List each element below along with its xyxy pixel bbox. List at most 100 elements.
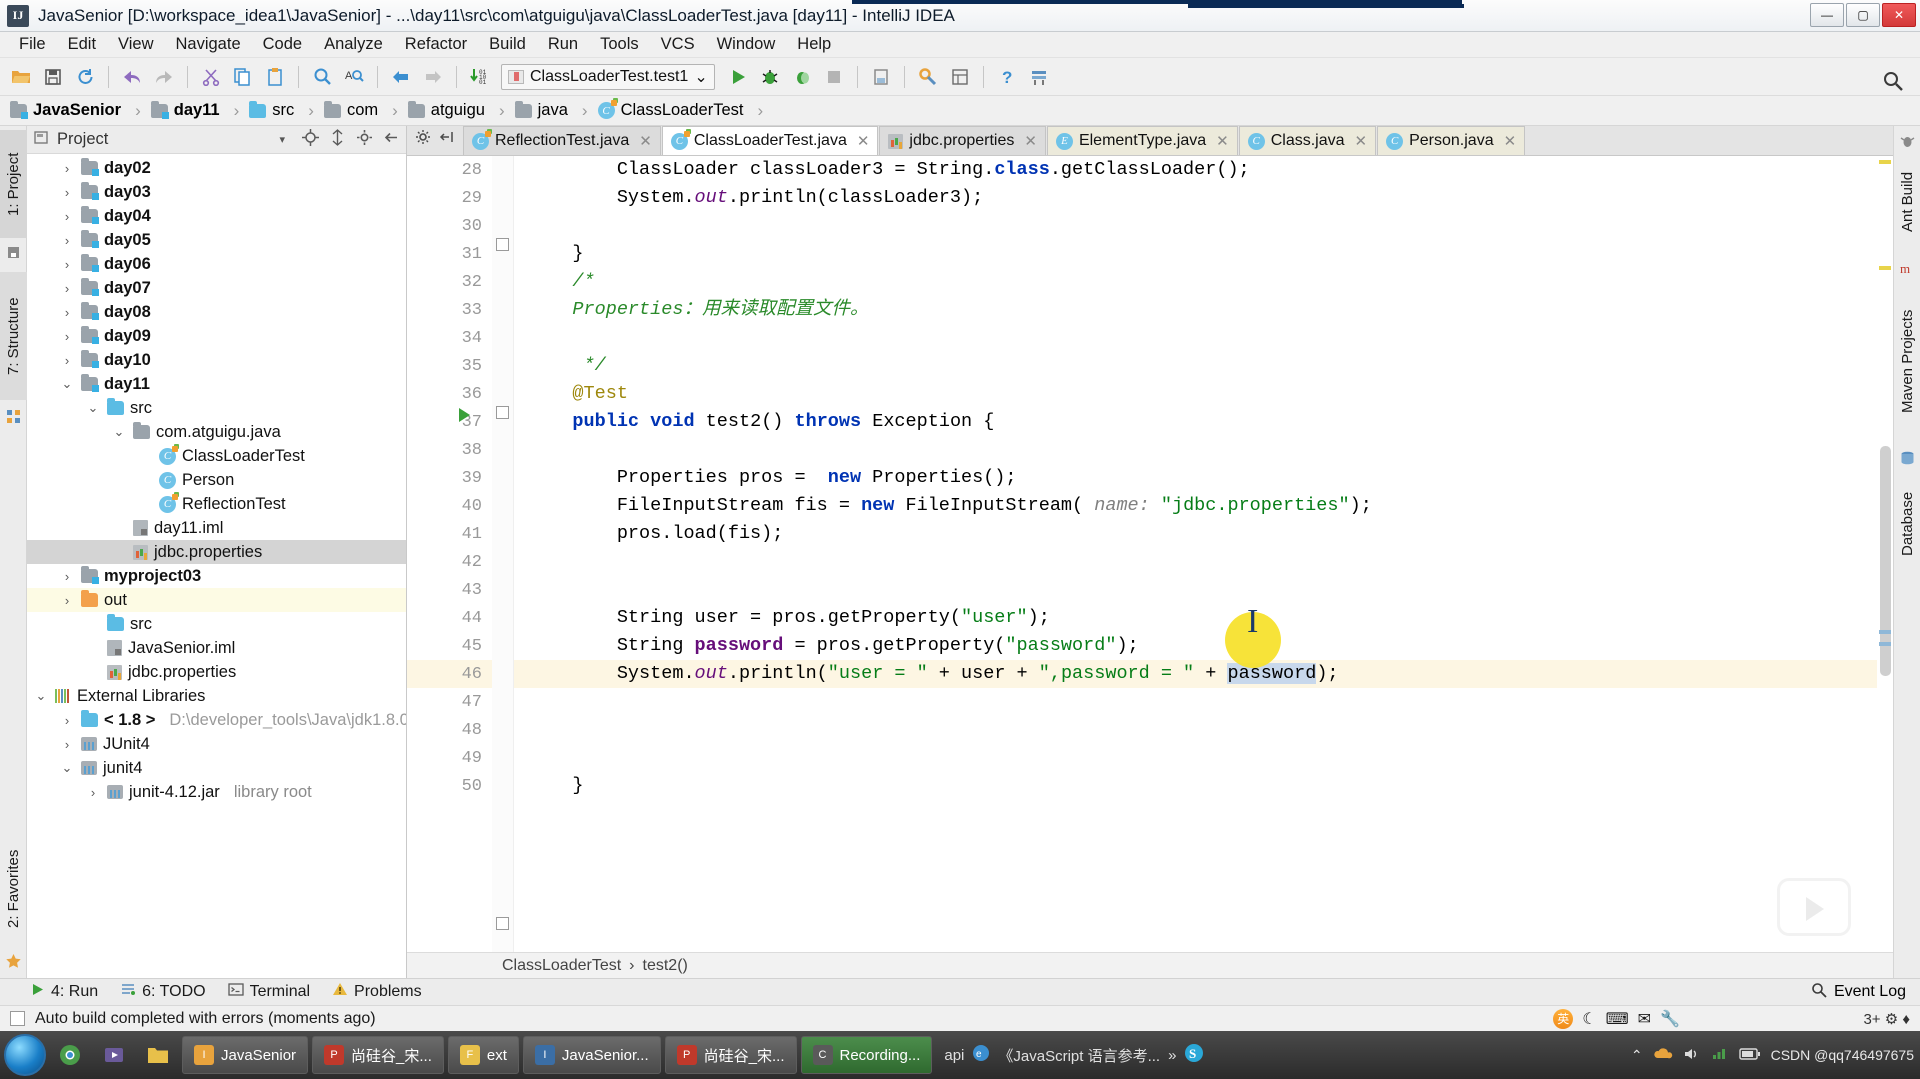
maximize-button[interactable]: ▢ [1846, 3, 1880, 27]
code-line[interactable]: } [528, 772, 1893, 800]
taskbar-item-recording-[interactable]: C Recording... [800, 1036, 933, 1074]
tree-item-myproject03[interactable]: › myproject03 [27, 564, 406, 588]
chevron-down-icon[interactable]: ⌄ [59, 376, 75, 392]
tree-item--1-8-[interactable]: › < 1.8 > D:\developer_tools\Java\jdk1.8.0… [27, 708, 406, 732]
undo-icon[interactable] [117, 62, 147, 92]
tree-item-day08[interactable]: › day08 [27, 300, 406, 324]
hide-icon[interactable] [383, 129, 400, 151]
tree-item-day05[interactable]: › day05 [27, 228, 406, 252]
locate-icon[interactable] [302, 128, 319, 151]
code-line[interactable]: public void test2() throws Exception { [528, 408, 1893, 436]
media-icon[interactable] [94, 1035, 134, 1075]
tool-window-6-todo[interactable]: 6: TODO [120, 982, 206, 1002]
code-line[interactable] [528, 324, 1893, 352]
editor-tab-reflectiontest-java[interactable]: C ReflectionTest.java ✕ [463, 126, 661, 155]
settings-gear-icon[interactable] [415, 129, 431, 150]
code-line[interactable]: System.out.println(classLoader3); [528, 184, 1893, 212]
chevron-down-icon[interactable]: ▾ [279, 133, 285, 146]
code-line[interactable]: } [528, 240, 1893, 268]
code-line[interactable]: System.out.println("user = " + user + ",… [514, 660, 1893, 688]
breadcrumb-item-java[interactable]: java › [511, 99, 594, 123]
chevron-right-icon[interactable]: › [59, 209, 75, 224]
code-line[interactable]: */ [528, 352, 1893, 380]
redo-icon[interactable] [149, 62, 179, 92]
tree-item-person[interactable]: C Person [27, 468, 406, 492]
settings-gear-icon[interactable] [356, 129, 373, 151]
chevron-down-icon[interactable]: ⌄ [111, 424, 127, 440]
tree-item-external-libraries[interactable]: ⌄ External Libraries [27, 684, 406, 708]
menu-item-help[interactable]: Help [786, 33, 842, 56]
code-line[interactable] [528, 436, 1893, 464]
editor-tab-classloadertest-java[interactable]: C ClassLoaderTest.java ✕ [661, 126, 879, 155]
close-icon[interactable]: ✕ [1024, 132, 1037, 150]
run-dashboard-icon[interactable] [866, 62, 896, 92]
code-fold-column[interactable] [459, 156, 514, 952]
menu-item-edit[interactable]: Edit [57, 33, 107, 56]
tree-item-junit4[interactable]: › JUnit4 [27, 732, 406, 756]
tree-item-javasenior-iml[interactable]: JavaSenior.iml [27, 636, 406, 660]
code-line[interactable]: pros.load(fis); [528, 520, 1893, 548]
editor-breadcrumb-item[interactable]: test2() [643, 957, 688, 975]
code-editor[interactable]: 28 29 30 31 32 33 34 35 36 37 38 39 40 41 42 43 44 45 46 47… [407, 156, 1893, 952]
close-icon[interactable]: ✕ [1355, 132, 1368, 150]
editor-breadcrumb-item[interactable]: ClassLoaderTest [502, 957, 621, 975]
copy-icon[interactable] [228, 62, 258, 92]
search-everywhere-icon[interactable] [1878, 66, 1908, 96]
fold-marker[interactable] [496, 238, 509, 251]
skype-icon[interactable]: S [1184, 1043, 1204, 1067]
tree-item-day03[interactable]: › day03 [27, 180, 406, 204]
ime-item-0[interactable]: 英 [1553, 1008, 1574, 1029]
battery-icon[interactable] [1738, 1047, 1761, 1064]
menu-item-file[interactable]: File [8, 33, 57, 56]
chevron-right-icon[interactable]: › [59, 281, 75, 296]
chevron-right-icon[interactable]: › [59, 569, 75, 584]
tree-item-day07[interactable]: › day07 [27, 276, 406, 300]
chevron-down-icon[interactable]: ⌄ [59, 760, 75, 776]
sidebar-item-favorites[interactable]: 2: Favorites [0, 830, 27, 948]
taskbar-overflow-icon[interactable]: » [1168, 1047, 1176, 1064]
chevron-right-icon[interactable]: › [59, 257, 75, 272]
breadcrumb-item-day11[interactable]: day11 › [147, 99, 246, 123]
tool-window-terminal[interactable]: Terminal [227, 982, 310, 1002]
ime-item-2[interactable]: ⌨ [1606, 1009, 1629, 1029]
tree-item-classloadertest[interactable]: C ClassLoaderTest [27, 443, 406, 468]
chevron-right-icon[interactable]: › [59, 713, 75, 728]
code-line[interactable] [528, 688, 1893, 716]
sidebar-item-maven-projects[interactable]: Maven Projects [1894, 286, 1920, 436]
status-bar-right[interactable]: 3+ ⚙ ♦ [1863, 1010, 1910, 1028]
editor-scrollbar[interactable] [1877, 156, 1893, 952]
sidebar-item-structure[interactable]: 7: Structure [0, 272, 27, 400]
chevron-right-icon[interactable]: › [59, 737, 75, 752]
find-icon[interactable] [307, 62, 337, 92]
menu-item-analyze[interactable]: Analyze [313, 33, 394, 56]
menu-item-refactor[interactable]: Refactor [394, 33, 478, 56]
compile-icon[interactable]: 01 10 01 [465, 62, 495, 92]
chevron-down-icon[interactable]: ⌄ [33, 688, 49, 704]
taskbar-item-javasenior[interactable]: I JavaSenior [182, 1036, 309, 1074]
tree-item-day11-iml[interactable]: day11.iml [27, 516, 406, 540]
close-icon[interactable]: ✕ [857, 132, 870, 150]
code-line[interactable] [528, 716, 1893, 744]
menu-item-window[interactable]: Window [706, 33, 787, 56]
collapse-all-icon[interactable] [439, 129, 455, 150]
ime-item-3[interactable]: ✉ [1638, 1009, 1651, 1029]
tree-item-day02[interactable]: › day02 [27, 156, 406, 180]
cloud-icon[interactable] [1653, 1046, 1673, 1065]
code-content[interactable]: ClassLoader classLoader3 = String.class.… [514, 156, 1893, 952]
menu-item-vcs[interactable]: VCS [650, 33, 706, 56]
menu-item-code[interactable]: Code [252, 33, 313, 56]
breadcrumb-item-atguigu[interactable]: atguigu › [404, 99, 511, 123]
code-line[interactable]: /* [528, 268, 1893, 296]
tree-item-day11[interactable]: ⌄ day11 [27, 372, 406, 396]
editor-tab-elementtype-java[interactable]: E ElementType.java ✕ [1046, 126, 1238, 155]
breadcrumb-item-src[interactable]: src › [245, 99, 320, 123]
code-line[interactable] [528, 576, 1893, 604]
editor-tab-person-java[interactable]: C Person.java ✕ [1377, 126, 1526, 155]
code-line[interactable]: @Test [528, 380, 1893, 408]
open-folder-icon[interactable] [6, 62, 36, 92]
editor-breadcrumb[interactable]: ClassLoaderTest › test2() [407, 952, 1893, 978]
code-line[interactable]: String password = pros.getProperty("pass… [528, 632, 1893, 660]
find-replace-icon[interactable]: A [339, 62, 369, 92]
help-icon[interactable]: ? [992, 62, 1022, 92]
tree-item-reflectiontest[interactable]: C ReflectionTest [27, 491, 406, 516]
